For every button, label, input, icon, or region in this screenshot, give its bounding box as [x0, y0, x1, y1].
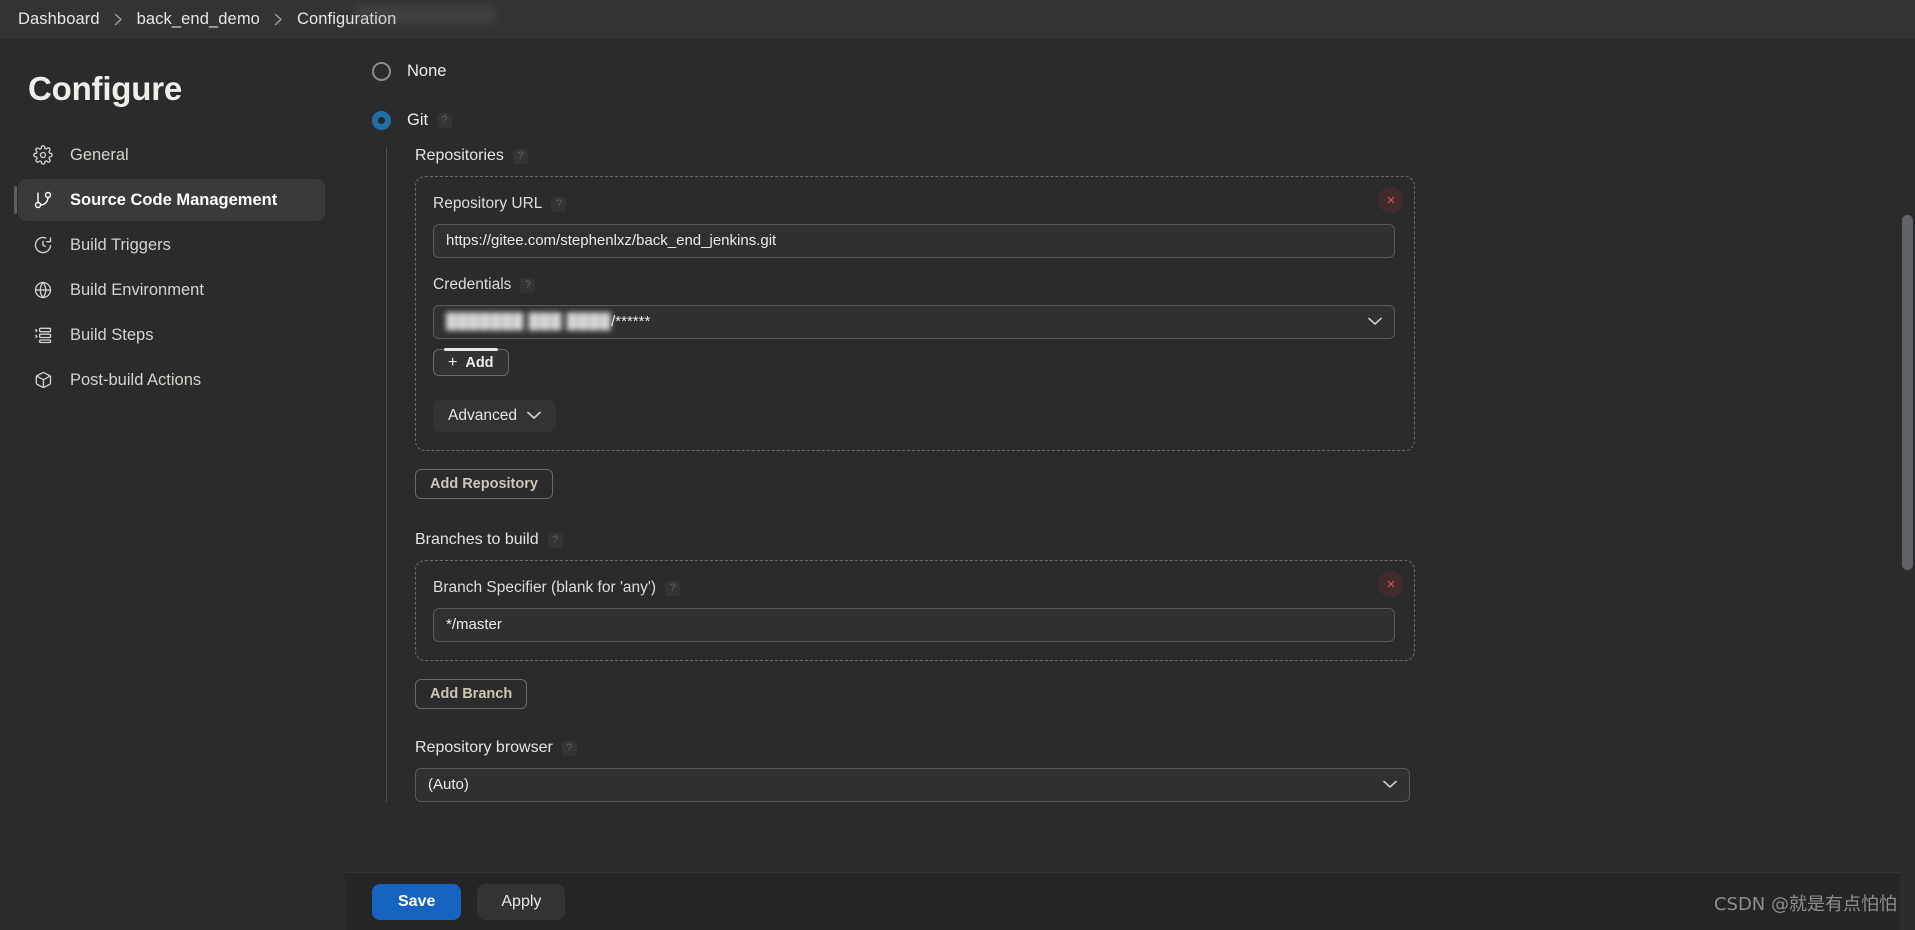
sidebar-item-build-steps[interactable]: Build Steps: [18, 314, 325, 356]
chevron-right-icon-2: [274, 13, 283, 26]
repository-browser-value: (Auto): [428, 776, 469, 793]
chevron-right-icon: [114, 13, 123, 26]
plus-icon: +: [448, 353, 458, 371]
apply-button[interactable]: Apply: [477, 883, 566, 920]
watermark: CSDN @就是有点怕怕: [1713, 894, 1897, 915]
sidebar-item-label: General: [70, 145, 129, 164]
delete-repository-button[interactable]: ×: [1378, 187, 1404, 213]
scm-option-label: Git: [407, 110, 429, 129]
radio-git[interactable]: [372, 110, 391, 130]
repository-url-input[interactable]: https://gitee.com/stephenlxz/back_end_je…: [433, 224, 1395, 258]
credentials-label-text: Credentials: [433, 276, 512, 293]
branch-specifier-label-text: Branch Specifier (blank for 'any'): [433, 579, 657, 596]
git-settings-group: Repositories ? × Repository URL ? https:…: [386, 147, 1915, 802]
advanced-label: Advanced: [448, 407, 517, 424]
radio-none[interactable]: [372, 61, 391, 81]
sidebar: Configure General Source Code Management: [0, 40, 345, 930]
help-icon-repositories[interactable]: ?: [512, 148, 528, 164]
help-icon-credentials[interactable]: ?: [520, 277, 536, 293]
repository-browser-label-text: Repository browser: [415, 739, 553, 756]
form-action-bar: Save Apply: [345, 872, 1915, 930]
repository-browser-label: Repository browser ?: [415, 739, 1915, 757]
sidebar-item-build-triggers[interactable]: Build Triggers: [18, 224, 325, 266]
sidebar-item-post-build-actions[interactable]: Post-build Actions: [18, 359, 325, 401]
sidebar-item-label: Build Steps: [70, 325, 154, 344]
add-branch-button[interactable]: Add Branch: [415, 679, 528, 709]
sidebar-item-label: Source Code Management: [70, 190, 278, 209]
chevron-down-icon-browser: [1383, 769, 1397, 801]
list-icon: [32, 324, 54, 346]
repository-url-label: Repository URL ?: [433, 195, 1396, 213]
sidebar-item-label: Post-build Actions: [70, 370, 202, 389]
repository-url-label-text: Repository URL: [433, 195, 543, 212]
advanced-toggle-button[interactable]: Advanced: [433, 400, 556, 432]
chevron-down-icon-advanced: [527, 407, 541, 425]
credentials-selected-value: ███████ ███ ████/******: [446, 306, 650, 338]
chevron-down-icon: [1368, 306, 1382, 338]
package-icon: [32, 369, 54, 391]
credentials-label: Credentials ?: [433, 276, 1396, 294]
add-credentials-label: Add: [465, 354, 494, 371]
branch-specifier-input[interactable]: */master: [433, 608, 1395, 642]
sidebar-item-label: Build Environment: [70, 280, 204, 299]
credentials-suffix-text: /******: [611, 313, 651, 330]
repositories-section-label: Repositories ?: [415, 147, 1915, 165]
add-credentials-button[interactable]: + Add: [433, 348, 509, 376]
help-icon-branches[interactable]: ?: [547, 532, 563, 548]
breadcrumb: Dashboard back_end_demo Configuration: [0, 0, 1915, 40]
credentials-masked-text: ███████ ███ ████: [446, 313, 612, 330]
gear-icon: [32, 144, 54, 166]
delete-branch-button[interactable]: ×: [1378, 571, 1404, 597]
sidebar-item-build-environment[interactable]: Build Environment: [18, 269, 325, 311]
branches-label-text: Branches to build: [415, 531, 539, 548]
repositories-label-text: Repositories: [415, 147, 504, 164]
sidebar-item-label: Build Triggers: [70, 235, 171, 254]
branch-specifier-label: Branch Specifier (blank for 'any') ?: [433, 579, 1396, 597]
breadcrumb-item-dashboard[interactable]: Dashboard: [12, 7, 106, 32]
scm-option-label: None: [407, 61, 447, 80]
help-icon-branch-specifier[interactable]: ?: [665, 580, 681, 596]
git-branch-icon: [32, 189, 54, 211]
help-icon-repository-url[interactable]: ?: [551, 196, 567, 212]
globe-icon: [32, 279, 54, 301]
sidebar-item-general[interactable]: General: [18, 134, 325, 176]
help-icon-repository-browser[interactable]: ?: [561, 740, 577, 756]
save-button[interactable]: Save: [372, 883, 462, 920]
scm-option-none[interactable]: None: [372, 56, 1915, 86]
page-title: Configure: [28, 70, 183, 107]
main-content: None Git ? Repositories ? × Repository U…: [345, 40, 1915, 930]
add-repository-button[interactable]: Add Repository: [415, 469, 553, 499]
branch-block: × Branch Specifier (blank for 'any') ? *…: [415, 560, 1415, 661]
credentials-select[interactable]: ███████ ███ ████/******: [433, 305, 1395, 339]
scrollbar-thumb[interactable]: [1902, 215, 1913, 570]
repository-browser-select[interactable]: (Auto): [415, 768, 1410, 802]
branches-section-label: Branches to build ?: [415, 531, 1915, 549]
breadcrumb-tooltip-ghost: [355, 6, 495, 24]
clock-icon: [32, 234, 54, 256]
help-icon-git[interactable]: ?: [437, 112, 453, 128]
sidebar-item-source-code-management[interactable]: Source Code Management: [14, 179, 325, 221]
scm-option-git[interactable]: Git ?: [372, 105, 1915, 135]
repository-block: × Repository URL ? https://gitee.com/ste…: [415, 176, 1415, 451]
breadcrumb-item-project[interactable]: back_end_demo: [131, 7, 266, 32]
